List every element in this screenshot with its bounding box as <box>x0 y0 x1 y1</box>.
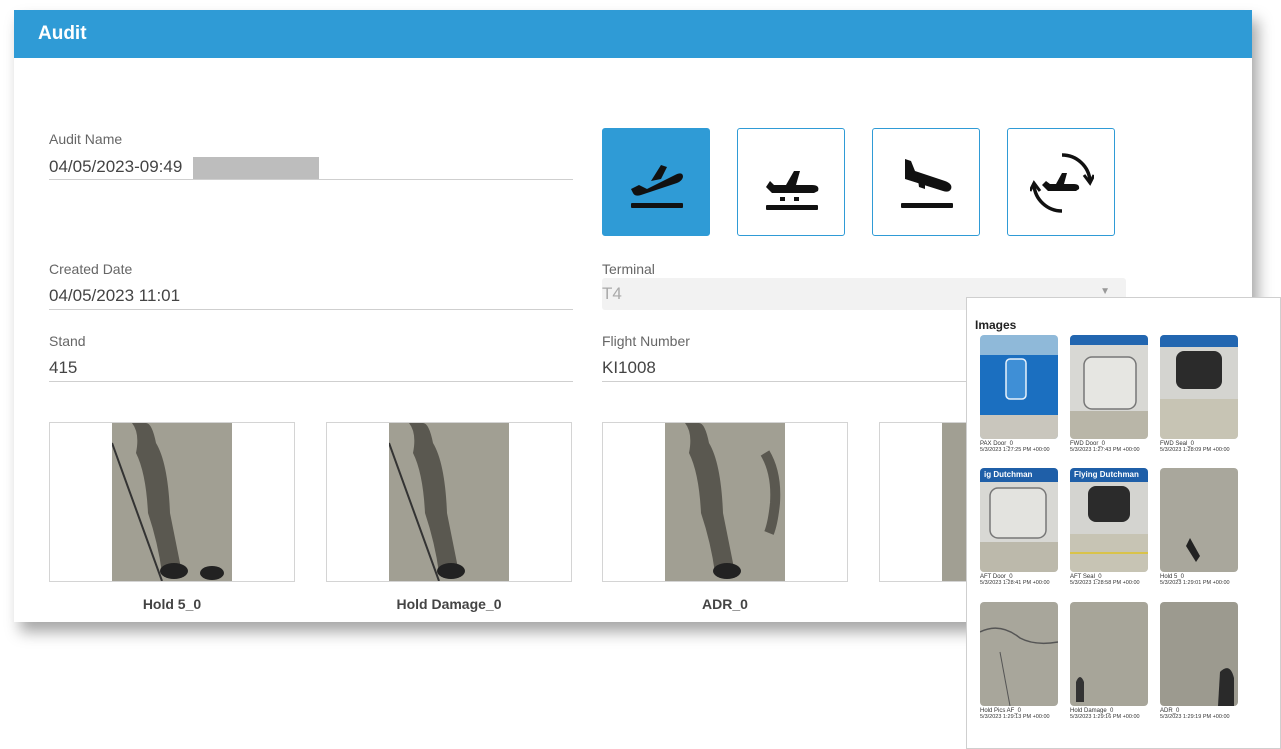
image-timestamp: 5/3/2023 1:28:41 PM +00:00 <box>980 580 1050 586</box>
landing-icon <box>901 159 953 208</box>
thumbnail-card[interactable] <box>602 422 848 582</box>
audit-header: Audit <box>14 10 1252 58</box>
image-overlay-text: ig Dutchman <box>984 470 1033 479</box>
stand-field[interactable]: 415 <box>49 358 77 378</box>
image-grid-thumbnail <box>1160 602 1238 706</box>
image-grid-item[interactable]: ADR_0 5/3/2023 1:29:19 PM +00:00 <box>1160 602 1240 720</box>
image-grid-thumbnail <box>980 335 1058 439</box>
flight-number-field[interactable]: KI1008 <box>602 358 656 378</box>
image-grid-item[interactable]: Hold Pics AF_0 5/3/2023 1:29:13 PM +00:0… <box>980 602 1060 720</box>
image-grid-thumbnail <box>1070 602 1148 706</box>
audit-name-label: Audit Name <box>49 131 123 147</box>
landing-button[interactable] <box>872 128 980 236</box>
image-grid-item[interactable]: FWD Door_0 5/3/2023 1:27:43 PM +00:00 <box>1070 335 1150 453</box>
image-grid-thumbnail: Flying Dutchman <box>1070 468 1148 572</box>
image-grid-thumbnail: ig Dutchman <box>980 468 1058 572</box>
images-panel-title: Images <box>975 318 1017 332</box>
thumbnail-image <box>112 423 232 581</box>
images-panel: Images PAX Door_0 5/3/2023 1:27:25 PM +0… <box>966 297 1281 749</box>
image-timestamp: 5/3/2023 1:27:25 PM +00:00 <box>980 447 1050 453</box>
thumbnail-card[interactable] <box>326 422 572 582</box>
image-grid-thumbnail <box>1070 335 1148 439</box>
image-timestamp: 5/3/2023 1:27:43 PM +00:00 <box>1070 447 1140 453</box>
image-timestamp: 5/3/2023 1:29:19 PM +00:00 <box>1160 714 1230 720</box>
image-timestamp: 5/3/2023 1:29:01 PM +00:00 <box>1160 580 1230 586</box>
thumbnail-image <box>665 423 785 581</box>
image-grid-thumbnail <box>1160 468 1238 572</box>
created-date-underline <box>49 309 573 310</box>
image-grid-thumbnail <box>980 602 1058 706</box>
image-grid-item[interactable]: ig Dutchman AFT Door_0 5/3/2023 1:28:41 … <box>980 468 1060 586</box>
image-timestamp: 5/3/2023 1:29:16 PM +00:00 <box>1070 714 1140 720</box>
image-timestamp: 5/3/2023 1:29:13 PM +00:00 <box>980 714 1050 720</box>
thumbnail-caption: ADR_0 <box>702 596 748 612</box>
terminal-label: Terminal <box>602 261 655 277</box>
audit-name-field[interactable]: 04/05/2023-09:49 <box>49 157 182 177</box>
terminal-value: T4 <box>602 284 622 303</box>
stand-underline <box>49 381 573 382</box>
stand-label: Stand <box>49 333 86 349</box>
page-title: Audit <box>38 23 87 44</box>
thumbnail-caption: Hold Damage_0 <box>396 596 502 612</box>
created-date-label: Created Date <box>49 261 133 277</box>
redacted-block <box>193 157 319 179</box>
turnaround-button[interactable] <box>1007 128 1115 236</box>
image-grid-item[interactable]: Flying Dutchman AFT Seal_0 5/3/2023 1:28… <box>1070 468 1150 586</box>
on-stand-button[interactable] <box>737 128 845 236</box>
thumbnail-card[interactable] <box>49 422 295 582</box>
image-grid-thumbnail <box>1160 335 1238 439</box>
image-timestamp: 5/3/2023 1:28:58 PM +00:00 <box>1070 580 1140 586</box>
turnaround-icon <box>1030 153 1094 213</box>
created-date-field[interactable]: 04/05/2023 11:01 <box>49 286 180 306</box>
thumbnail-caption: Hold 5_0 <box>142 596 202 612</box>
image-grid-item[interactable]: Hold 5_0 5/3/2023 1:29:01 PM +00:00 <box>1160 468 1240 586</box>
image-overlay-text: Flying Dutchman <box>1074 470 1139 479</box>
image-grid-item[interactable]: FWD Seal_0 5/3/2023 1:28:09 PM +00:00 <box>1160 335 1240 453</box>
departure-icon <box>631 165 683 208</box>
flight-number-underline <box>602 381 982 382</box>
image-grid-item[interactable]: Hold Damage_0 5/3/2023 1:29:16 PM +00:00 <box>1070 602 1150 720</box>
thumbnail-image <box>389 423 509 581</box>
audit-name-underline <box>49 179 573 180</box>
chevron-down-icon: ▼ <box>1100 286 1110 297</box>
departure-button[interactable] <box>602 128 710 236</box>
image-grid-item[interactable]: PAX Door_0 5/3/2023 1:27:25 PM +00:00 <box>980 335 1060 453</box>
image-timestamp: 5/3/2023 1:28:09 PM +00:00 <box>1160 447 1230 453</box>
flight-number-label: Flight Number <box>602 333 690 349</box>
arrival-on-stand-icon <box>766 171 819 210</box>
